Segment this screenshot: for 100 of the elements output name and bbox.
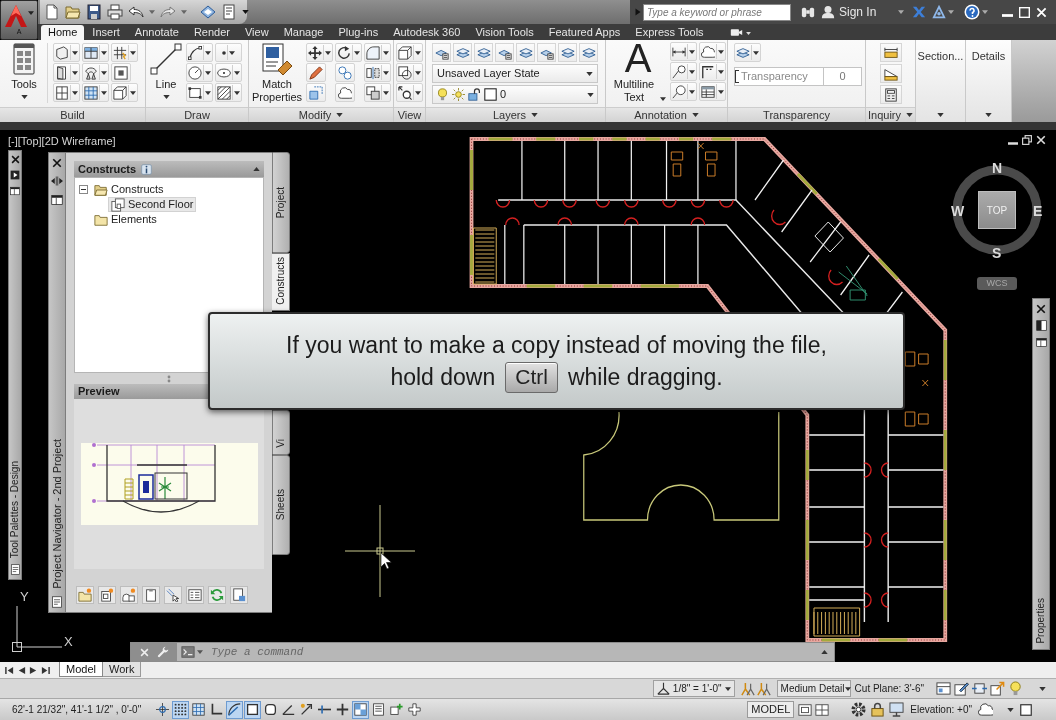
binoculars-icon[interactable] <box>801 5 815 19</box>
caret-down-icon[interactable] <box>1007 707 1014 712</box>
layer-tool-button[interactable] <box>579 43 598 62</box>
slider-thumb[interactable] <box>735 70 739 83</box>
tool-button[interactable] <box>699 42 726 61</box>
ribbon-tab[interactable]: Home <box>41 25 85 40</box>
ribbon-tab[interactable]: Plug-ins <box>331 25 386 40</box>
tool-button[interactable] <box>734 43 761 62</box>
large-tool-button[interactable]: Match Properties <box>251 43 303 107</box>
navigator-tool-button[interactable] <box>230 586 248 604</box>
undo-icon[interactable] <box>128 4 144 20</box>
tree-item[interactable]: Elements <box>91 212 160 227</box>
detail-level-dropdown[interactable]: Medium Detail <box>776 680 851 697</box>
ribbon-tab[interactable]: Featured Apps <box>541 25 628 40</box>
tool-button[interactable] <box>670 42 697 61</box>
layout-page-icon[interactable] <box>798 702 813 717</box>
monitor-icon[interactable] <box>889 702 905 717</box>
tool-button[interactable] <box>306 43 333 62</box>
tool-button[interactable] <box>215 63 242 82</box>
half-square-icon[interactable] <box>1035 320 1047 331</box>
tool-button[interactable] <box>396 83 423 102</box>
ribbon-tab[interactable]: Express Tools <box>628 25 711 40</box>
tool-button[interactable] <box>186 83 213 102</box>
save-icon[interactable] <box>86 4 102 20</box>
triangle-icon[interactable] <box>932 5 947 19</box>
close-icon[interactable] <box>1036 304 1046 314</box>
caret-down-icon[interactable] <box>1039 686 1046 691</box>
layer-tool-button[interactable] <box>516 43 535 62</box>
caret-down-icon[interactable] <box>242 10 249 14</box>
tool-button[interactable] <box>699 82 726 101</box>
tree-item[interactable]: Second Floor <box>108 197 197 212</box>
tool-button[interactable] <box>670 62 697 81</box>
help-search-field[interactable]: Type a keyword or phrase <box>643 3 791 21</box>
minus-box-icon[interactable] <box>79 185 88 194</box>
viewport-label[interactable]: [-][Top][2D Wireframe] <box>8 133 116 150</box>
panel-title-bar[interactable]: Layers <box>426 107 605 122</box>
tool-button[interactable] <box>335 43 362 62</box>
panel-slideout-button[interactable]: Section... <box>916 40 966 122</box>
ribbon-tab[interactable]: Autodesk 360 <box>386 25 468 40</box>
play-box-icon[interactable] <box>10 170 20 180</box>
previous-icon[interactable] <box>17 665 26 675</box>
tree-item[interactable]: Constructs <box>91 182 167 197</box>
ribbon-tab[interactable]: Annotate <box>127 25 186 40</box>
next-icon[interactable] <box>29 665 38 675</box>
tool-button[interactable] <box>82 63 109 82</box>
maximize-icon[interactable] <box>1019 6 1031 18</box>
layer-tool-button[interactable] <box>453 43 472 62</box>
tool-button[interactable] <box>364 83 391 102</box>
large-tool-button[interactable]: Tools <box>6 43 42 107</box>
navigator-tool-button[interactable] <box>208 586 226 604</box>
tool-button[interactable] <box>186 43 213 62</box>
last-page-icon[interactable] <box>41 665 50 675</box>
tool-button[interactable] <box>215 43 242 62</box>
close-icon[interactable] <box>52 158 62 168</box>
minimize-icon[interactable] <box>1002 13 1014 17</box>
panel-title-bar[interactable]: Modify <box>249 107 393 122</box>
drafting-toggle-button[interactable] <box>172 700 189 719</box>
section-header[interactable]: Constructs <box>74 161 264 177</box>
layer-tool-button[interactable] <box>495 43 514 62</box>
inquiry-tool-button[interactable] <box>879 64 902 83</box>
drafting-toggle-button[interactable] <box>190 700 207 719</box>
ribbon-tab[interactable]: Vision Tools <box>468 25 541 40</box>
restore-icon[interactable] <box>1022 135 1032 145</box>
help-icon[interactable] <box>964 4 981 20</box>
tool-button[interactable] <box>53 43 80 62</box>
square-outline-icon[interactable] <box>1020 703 1032 716</box>
ribbon-tab[interactable]: Manage <box>276 25 331 40</box>
pencil-box-icon[interactable] <box>954 681 969 696</box>
ribbon-tab[interactable]: View <box>238 25 276 40</box>
navigator-tool-button[interactable] <box>142 586 160 604</box>
printer-icon[interactable] <box>107 4 123 20</box>
tool-button[interactable] <box>396 43 423 62</box>
navigator-tool-button[interactable] <box>186 586 204 604</box>
cut-plane-button[interactable]: Cut Plane: 3'-6" <box>854 681 924 696</box>
redo-icon[interactable] <box>160 4 176 20</box>
tool-button[interactable] <box>335 83 355 102</box>
layer-tool-button[interactable] <box>558 43 577 62</box>
panel-layout-icon[interactable] <box>1035 337 1047 348</box>
sign-in-link[interactable]: Sign In <box>839 3 877 21</box>
layer-tool-button[interactable] <box>432 43 451 62</box>
caret-up-icon[interactable] <box>821 650 828 654</box>
open-folder-icon[interactable] <box>65 4 81 20</box>
first-page-icon[interactable] <box>5 665 14 675</box>
drafting-toggle-button[interactable] <box>154 700 171 719</box>
expand-arrows-icon[interactable] <box>51 175 63 187</box>
shapes-icon[interactable] <box>200 4 216 20</box>
drafting-toggle-button[interactable] <box>352 700 369 719</box>
caret-up-icon[interactable] <box>253 167 260 171</box>
layer-state-dropdown[interactable]: Unsaved Layer State <box>432 64 598 83</box>
tool-button[interactable] <box>53 63 80 82</box>
navigator-tool-button[interactable] <box>98 586 116 604</box>
tool-button[interactable] <box>364 43 391 62</box>
navigator-tab[interactable]: Sheets <box>272 455 290 555</box>
layout-tab[interactable]: Work <box>102 662 142 677</box>
layout-tab[interactable]: Model <box>59 662 103 677</box>
list-sheet-icon[interactable] <box>51 596 63 608</box>
document-icon[interactable] <box>221 4 237 20</box>
wrench-icon[interactable] <box>156 646 169 658</box>
navigator-tab[interactable]: Project <box>272 152 290 253</box>
user-icon[interactable] <box>821 5 835 19</box>
